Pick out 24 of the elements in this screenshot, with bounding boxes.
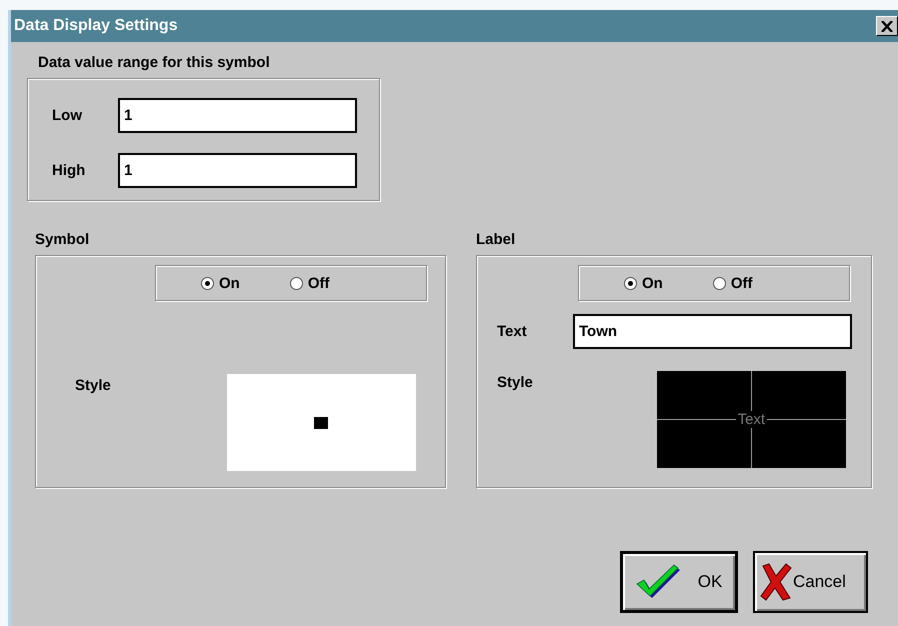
window-title: Data Display Settings [14,17,178,35]
field-label: Low [52,107,83,124]
group-title: Symbol [35,231,90,248]
close-button[interactable] [876,16,898,36]
close-icon [881,20,893,32]
input-field[interactable]: 1 [118,153,357,188]
square-symbol-icon [314,416,328,428]
cross-icon [759,562,793,602]
radio-option[interactable]: Off [290,274,330,292]
preview-text: Text [736,411,768,428]
group-title: Data value range for this symbol [38,54,271,71]
field-label: High [52,162,86,179]
ok-button[interactable]: OK [620,551,738,613]
group-title: Label [476,231,516,248]
radio-option[interactable]: On [624,274,663,292]
style-label: Style [75,377,111,394]
cancel-button[interactable]: Cancel [753,551,868,613]
radio-option[interactable]: On [201,274,240,292]
checkmark-icon [636,564,682,600]
radio-option[interactable]: Off [712,274,753,292]
text-field[interactable]: Town [573,314,852,349]
field-label: Text [497,323,528,340]
style-label: Style [497,374,533,391]
input-field[interactable]: 1 [118,98,357,133]
